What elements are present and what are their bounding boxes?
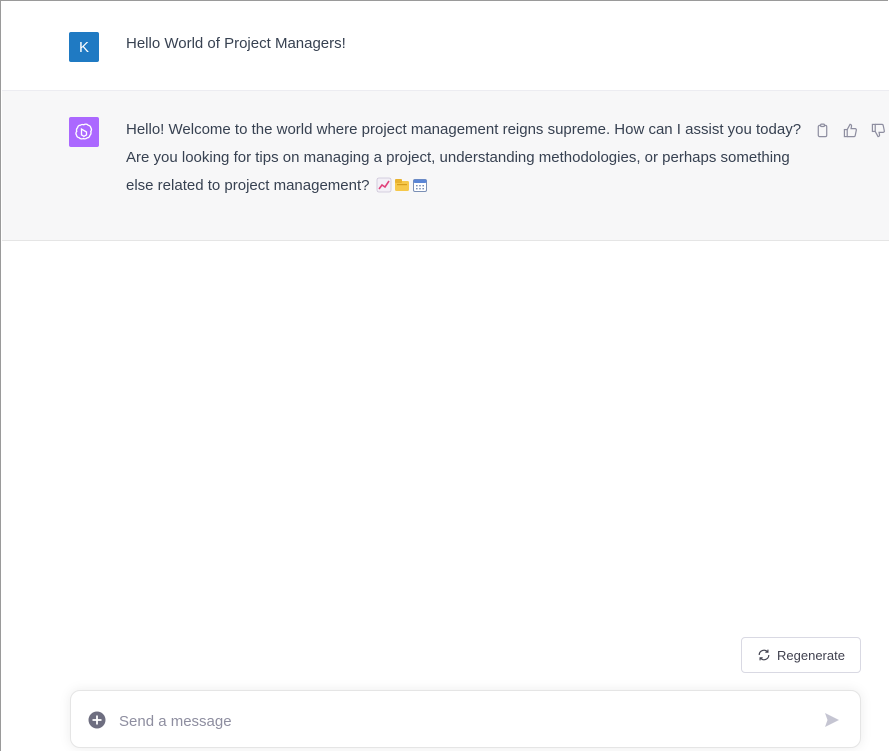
regenerate-button[interactable]: Regenerate: [741, 637, 861, 673]
message-composer: [70, 690, 861, 748]
user-avatar: K: [69, 32, 99, 62]
assistant-avatar: [69, 117, 99, 147]
assistant-message-body: Hello! Welcome to the world where projec…: [126, 121, 802, 194]
user-avatar-letter: K: [78, 38, 89, 56]
message-actions: [811, 119, 889, 141]
thumbs-up-icon: [843, 123, 857, 137]
send-icon[interactable]: [822, 710, 842, 730]
openai-logo-icon: [75, 123, 93, 140]
chart-increasing-icon: [376, 177, 392, 193]
assistant-message-text: Hello! Welcome to the world where projec…: [126, 116, 806, 200]
chat-window: K Hello World of Project Managers! Hello…: [0, 0, 889, 751]
copy-icon: [817, 123, 827, 137]
thumbs-up-button[interactable]: [839, 119, 861, 141]
thumbs-down-button[interactable]: [867, 119, 889, 141]
message-input[interactable]: [117, 707, 811, 735]
user-message-row: K Hello World of Project Managers!: [2, 2, 889, 91]
plus-circle-icon[interactable]: [88, 711, 106, 729]
copy-button[interactable]: [811, 119, 833, 141]
user-message-text: Hello World of Project Managers!: [126, 35, 346, 52]
assistant-message-row: Hello! Welcome to the world where projec…: [2, 91, 889, 241]
card-index-dividers-icon: [394, 179, 409, 191]
regenerate-label: Regenerate: [777, 647, 845, 663]
refresh-icon: [758, 649, 770, 661]
thumbs-down-icon: [871, 123, 885, 137]
calendar-icon: [412, 179, 427, 192]
